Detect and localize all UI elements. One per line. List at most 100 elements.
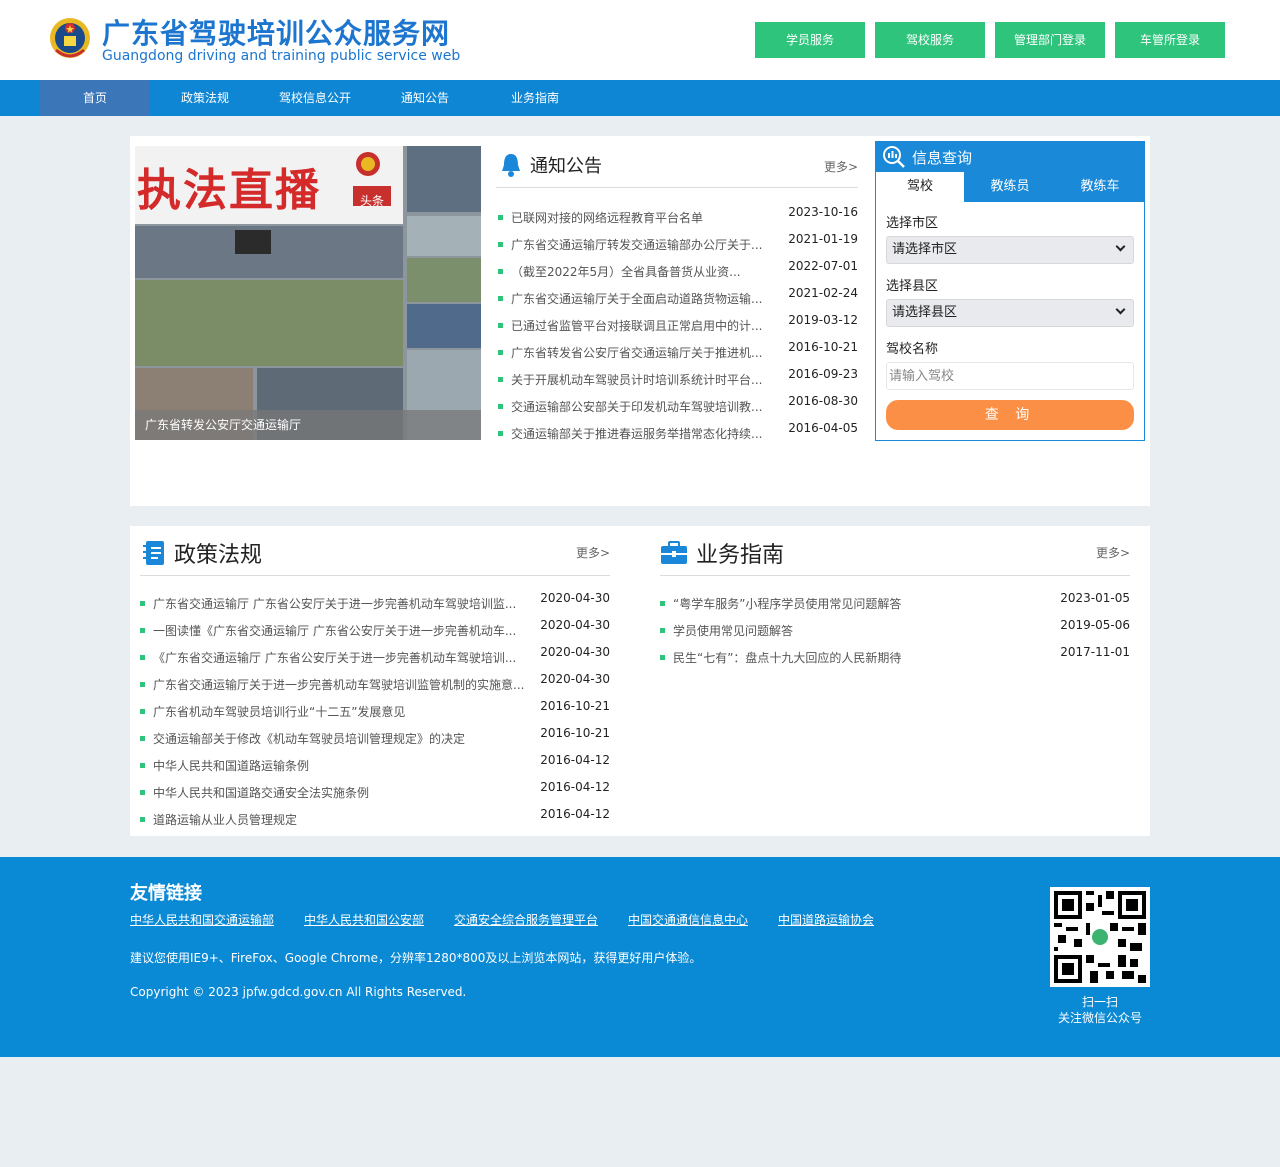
list-item-title[interactable]: 广东省交通运输厅关于全面启动道路货物运输... xyxy=(511,289,763,309)
notebook-icon xyxy=(143,541,164,565)
list-item-title[interactable]: 广东省交通运输厅转发交通运输部办公厅关于... xyxy=(511,235,763,255)
list-item[interactable]: 广东省交通运输厅 广东省公安厅关于进一步完善机动车驾驶培训监... 2020-04… xyxy=(140,591,610,614)
briefcase-icon xyxy=(661,541,687,564)
list-item[interactable]: 《广东省交通运输厅 广东省公安厅关于进一步完善机动车驾驶培训... 2020-04… xyxy=(140,645,610,668)
qr-caption-scan: 扫一扫 xyxy=(1081,995,1118,1009)
list-item-title[interactable]: 广东省转发省公安厅省交通运输厅关于推进机... xyxy=(511,343,763,363)
county-select[interactable]: 请选择县区 xyxy=(886,299,1134,327)
list-item-title[interactable]: 交通运输部关于推进春运服务举措常态化持续... xyxy=(511,424,763,444)
list-item[interactable]: 广东省交通运输厅关于进一步完善机动车驾驶培训监管机制的实施意... 2020-04… xyxy=(140,672,610,695)
list-item-title[interactable]: 一图读懂《广东省交通运输厅 广东省公安厅关于进一步完善机动车... xyxy=(153,621,525,641)
bullet-icon xyxy=(498,242,503,247)
vehicle-office-login-button[interactable]: 车管所登录 xyxy=(1115,22,1225,58)
policy-more-link[interactable]: 更多> xyxy=(576,544,610,561)
admin-login-button[interactable]: 管理部门登录 xyxy=(995,22,1105,58)
list-item-title[interactable]: 交通运输部关于修改《机动车驾驶员培训管理规定》的决定 xyxy=(153,729,525,749)
notices-more-link[interactable]: 更多> xyxy=(824,158,858,175)
link-traffic-safety-platform[interactable]: 交通安全综合服务管理平台 xyxy=(454,911,598,928)
link-transport-info-center[interactable]: 中国交通通信信息中心 xyxy=(628,911,748,928)
query-header: 信息查询 xyxy=(876,142,1144,172)
list-item-date: 2023-10-16 xyxy=(788,205,858,219)
list-item-title[interactable]: 关于开展机动车驾驶员计时培训系统计时平台... xyxy=(511,370,763,390)
list-item-title[interactable]: 《广东省交通运输厅 广东省公安厅关于进一步完善机动车驾驶培训... xyxy=(153,648,525,668)
list-item-title[interactable]: 学员使用常见问题解答 xyxy=(673,621,1045,641)
link-ministry-public-security[interactable]: 中华人民共和国公安部 xyxy=(304,911,424,928)
student-service-button[interactable]: 学员服务 xyxy=(755,22,865,58)
list-item[interactable]: 中华人民共和国道路交通安全法实施条例 2016-04-12 xyxy=(140,780,610,803)
list-item-title[interactable]: “粤学车服务”小程序学员使用常见问题解答 xyxy=(673,594,1045,614)
city-select[interactable]: 请选择市区 xyxy=(886,236,1134,264)
bullet-icon xyxy=(498,215,503,220)
list-item[interactable]: 已通过省监管平台对接联调且正常启用中的计... 2019-03-12 xyxy=(498,313,858,336)
guide-divider xyxy=(660,575,1130,576)
nav-item-home[interactable]: 首页 xyxy=(40,80,150,116)
school-name-label: 驾校名称 xyxy=(886,342,939,357)
list-item[interactable]: 交通运输部关于推进春运服务举措常态化持续... 2016-04-05 xyxy=(498,421,858,444)
list-item-date: 2016-09-23 xyxy=(788,367,858,381)
top-panel: 执法直播 头条 广东省转发公安厅交通运输厅 通知公告 更多> 已联网对接的网络远… xyxy=(130,136,1150,506)
list-item-title[interactable]: 民生“七有”：盘点十九大回应的人民新期待 xyxy=(673,648,1045,668)
school-name-input[interactable] xyxy=(886,362,1134,390)
list-item[interactable]: 中华人民共和国道路运输条例 2016-04-12 xyxy=(140,753,610,776)
list-item[interactable]: 关于开展机动车驾驶员计时培训系统计时平台... 2016-09-23 xyxy=(498,367,858,390)
list-item-title[interactable]: 广东省机动车驾驶员培训行业“十二五”发展意见 xyxy=(153,702,525,722)
list-item[interactable]: 已联网对接的网络远程教育平台名单 2023-10-16 xyxy=(498,205,858,228)
list-item-title[interactable]: 广东省交通运输厅关于进一步完善机动车驾驶培训监管机制的实施意... xyxy=(153,675,525,695)
list-item-title[interactable]: 已通过省监管平台对接联调且正常启用中的计... xyxy=(511,316,763,336)
guide-list: “粤学车服务”小程序学员使用常见问题解答 2023-01-05 学员使用常见问题解答… xyxy=(660,591,1130,674)
list-item-title[interactable]: 交通运输部公安部关于印发机动车驾驶培训教... xyxy=(511,397,763,417)
link-road-transport-assoc[interactable]: 中国道路运输协会 xyxy=(778,911,874,928)
bullet-icon xyxy=(660,601,665,606)
nav-item-guide[interactable]: 业务指南 xyxy=(480,80,590,116)
list-item[interactable]: 一图读懂《广东省交通运输厅 广东省公安厅关于进一步完善机动车... 2020-04… xyxy=(140,618,610,641)
slider-caption[interactable]: 广东省转发公安厅交通运输厅 xyxy=(135,410,481,440)
list-item-date: 2017-11-01 xyxy=(1060,645,1130,659)
list-item-title[interactable]: 广东省交通运输厅 广东省公安厅关于进一步完善机动车驾驶培训监... xyxy=(153,594,525,614)
list-item-title[interactable]: 已联网对接的网络远程教育平台名单 xyxy=(511,208,763,228)
bullet-icon xyxy=(140,709,145,714)
list-item-date: 2016-04-12 xyxy=(540,753,610,767)
link-ministry-transport[interactable]: 中华人民共和国交通运输部 xyxy=(130,911,274,928)
list-item[interactable]: 交通运输部公安部关于印发机动车驾驶培训教... 2016-08-30 xyxy=(498,394,858,417)
list-item[interactable]: 广东省机动车驾驶员培训行业“十二五”发展意见 2016-10-21 xyxy=(140,699,610,722)
guide-more-link[interactable]: 更多> xyxy=(1096,544,1130,561)
school-service-button[interactable]: 驾校服务 xyxy=(875,22,985,58)
site-title[interactable]: 广东省驾驶培训公众服务网 xyxy=(102,12,450,52)
main-nav: 首页 政策法规 驾校信息公开 通知公告 业务指南 xyxy=(0,80,1280,116)
list-item-title[interactable]: 中华人民共和国道路交通安全法实施条例 xyxy=(153,783,525,803)
list-item[interactable]: 道路运输从业人员管理规定 2016-04-12 xyxy=(140,807,610,830)
nav-item-notices[interactable]: 通知公告 xyxy=(370,80,480,116)
bullet-icon xyxy=(498,431,503,436)
tab-instructor[interactable]: 教练员 xyxy=(966,172,1054,202)
nav-item-policy[interactable]: 政策法规 xyxy=(150,80,260,116)
list-item[interactable]: 民生“七有”：盘点十九大回应的人民新期待 2017-11-01 xyxy=(660,645,1130,668)
list-item-date: 2020-04-30 xyxy=(540,672,610,686)
list-item[interactable]: 学员使用常见问题解答 2019-05-06 xyxy=(660,618,1130,641)
list-item-date: 2016-10-21 xyxy=(540,699,610,713)
tab-driving-school[interactable]: 驾校 xyxy=(876,172,964,202)
list-item-date: 2020-04-30 xyxy=(540,618,610,632)
list-item-date: 2019-05-06 xyxy=(1060,618,1130,632)
nav-item-school-info[interactable]: 驾校信息公开 xyxy=(260,80,370,116)
guide-header: 业务指南 xyxy=(660,537,784,569)
copyright: Copyright © 2023 jpfw.gdcd.gov.cn All Ri… xyxy=(130,985,467,999)
list-item-title[interactable]: （截至2022年5月）全省具备普货从业资... xyxy=(511,262,763,282)
tab-training-car[interactable]: 教练车 xyxy=(1056,172,1144,202)
list-item[interactable]: “粤学车服务”小程序学员使用常见问题解答 2023-01-05 xyxy=(660,591,1130,614)
county-label: 选择县区 xyxy=(886,279,939,294)
list-item-title[interactable]: 中华人民共和国道路运输条例 xyxy=(153,756,525,776)
bullet-icon xyxy=(140,817,145,822)
list-item[interactable]: 广东省交通运输厅转发交通运输部办公厅关于... 2021-01-19 xyxy=(498,232,858,255)
bullet-icon xyxy=(140,736,145,741)
query-submit-button[interactable]: 查 询 xyxy=(886,400,1134,430)
info-query-box: 信息查询 驾校 教练员 教练车 选择市区 请选择市区 选择县区 请选择县区 驾校… xyxy=(875,141,1145,441)
list-item[interactable]: （截至2022年5月）全省具备普货从业资... 2022-07-01 xyxy=(498,259,858,282)
policy-list: 广东省交通运输厅 广东省公安厅关于进一步完善机动车驾驶培训监... 2020-04… xyxy=(140,591,610,830)
list-item[interactable]: 广东省转发省公安厅省交通运输厅关于推进机... 2016-10-21 xyxy=(498,340,858,363)
list-item[interactable]: 交通运输部关于修改《机动车驾驶员培训管理规定》的决定 2016-10-21 xyxy=(140,726,610,749)
news-slider[interactable]: 执法直播 头条 广东省转发公安厅交通运输厅 xyxy=(135,146,481,440)
list-item[interactable]: 广东省交通运输厅关于全面启动道路货物运输... 2021-02-24 xyxy=(498,286,858,309)
footer: 友情链接 中华人民共和国交通运输部 中华人民共和国公安部 交通安全综合服务管理平… xyxy=(0,857,1280,1057)
list-item-title[interactable]: 道路运输从业人员管理规定 xyxy=(153,810,525,830)
list-item-date: 2021-02-24 xyxy=(788,286,858,300)
